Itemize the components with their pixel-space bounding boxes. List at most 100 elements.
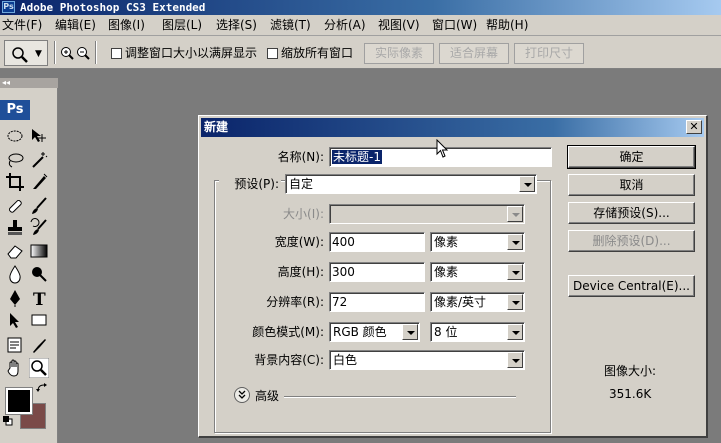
healing-brush-icon[interactable] bbox=[5, 196, 25, 216]
print-size-button[interactable]: 打印尺寸 bbox=[514, 43, 584, 64]
image-size-label: 图像大小: bbox=[604, 364, 657, 378]
device-central-button[interactable]: Device Central(E)... bbox=[568, 275, 695, 297]
menu-filter[interactable]: 滤镜(T) bbox=[270, 15, 311, 36]
menu-view[interactable]: 视图(V) bbox=[378, 15, 420, 36]
separator bbox=[95, 41, 97, 64]
name-value: 未标题-1 bbox=[332, 150, 382, 164]
hand-tool-icon[interactable] bbox=[5, 358, 25, 378]
zoom-tool-icon[interactable] bbox=[29, 358, 49, 378]
chevron-down-icon: ▼ bbox=[35, 49, 42, 59]
rectangle-tool-icon[interactable] bbox=[29, 310, 49, 330]
gradient-tool-icon[interactable] bbox=[29, 241, 49, 261]
name-label: 名称(N): bbox=[277, 150, 324, 164]
actual-pixels-button[interactable]: 实际像素 bbox=[364, 43, 434, 64]
tool-preset-picker[interactable]: ▼ bbox=[4, 40, 48, 66]
chevron-down-icon bbox=[507, 324, 523, 340]
color-mode-value: RGB 颜色 bbox=[333, 325, 387, 339]
menu-layer[interactable]: 图层(L) bbox=[162, 15, 202, 36]
chevron-down-icon bbox=[507, 234, 523, 250]
eraser-tool-icon[interactable] bbox=[5, 241, 25, 261]
background-contents-value: 白色 bbox=[333, 353, 358, 367]
fit-screen-button[interactable]: 适合屏幕 bbox=[439, 43, 509, 64]
toolbox-collapse-grip[interactable]: ◂◂ bbox=[0, 78, 58, 88]
pen-tool-icon[interactable] bbox=[5, 288, 25, 308]
separator bbox=[54, 41, 56, 64]
chevron-down-icon bbox=[507, 352, 523, 368]
menu-file[interactable]: 文件(F) bbox=[2, 15, 42, 36]
history-brush-icon[interactable] bbox=[29, 218, 49, 238]
foreground-color-swatch[interactable] bbox=[5, 387, 33, 415]
magic-wand-icon[interactable] bbox=[29, 150, 49, 170]
chevron-down-icon bbox=[507, 264, 523, 280]
color-mode-label: 颜色模式(M): bbox=[252, 325, 324, 339]
menu-image[interactable]: 图像(I) bbox=[108, 15, 145, 36]
dialog-title: 新建 bbox=[201, 118, 704, 137]
width-label: 宽度(W): bbox=[274, 235, 324, 249]
height-unit-value: 像素 bbox=[434, 265, 459, 279]
photoshop-badge: Ps bbox=[0, 100, 30, 120]
preset-value: 自定 bbox=[289, 177, 314, 191]
menu-select[interactable]: 选择(S) bbox=[216, 15, 257, 36]
width-field[interactable]: 400 bbox=[329, 232, 425, 252]
dodge-tool-icon[interactable] bbox=[29, 264, 49, 284]
menu-edit[interactable]: 编辑(E) bbox=[55, 15, 96, 36]
color-mode-select[interactable]: RGB 颜色 bbox=[329, 322, 420, 342]
background-contents-select[interactable]: 白色 bbox=[329, 350, 525, 370]
crop-tool-icon[interactable] bbox=[5, 172, 25, 192]
photoshop-logo-icon: Ps bbox=[2, 1, 15, 13]
brush-tool-icon[interactable] bbox=[29, 196, 49, 216]
move-tool-icon[interactable] bbox=[29, 126, 49, 146]
cancel-button[interactable]: 取消 bbox=[568, 174, 695, 196]
save-preset-button[interactable]: 存储预设(S)... bbox=[568, 202, 695, 224]
resolution-field[interactable]: 72 bbox=[329, 292, 425, 312]
options-bar: ▼ 调整窗口大小以满屏显示 缩放所有窗口 实际像素 适合屏幕 打印尺寸 bbox=[0, 36, 721, 69]
close-icon[interactable]: ✕ bbox=[686, 120, 702, 134]
svg-text:T: T bbox=[33, 290, 46, 308]
type-tool-icon[interactable]: T bbox=[29, 288, 49, 308]
menu-window[interactable]: 窗口(W) bbox=[432, 15, 477, 36]
menu-help[interactable]: 帮助(H) bbox=[486, 15, 528, 36]
bit-depth-select[interactable]: 8 位 bbox=[430, 322, 525, 342]
chevron-down-icon bbox=[507, 206, 523, 222]
delete-preset-button[interactable]: 删除预设(D)... bbox=[568, 230, 695, 252]
app-title-bar: Ps Adobe Photoshop CS3 Extended bbox=[0, 0, 721, 15]
image-size-value: 351.6K bbox=[609, 387, 652, 401]
lasso-tool-icon[interactable] bbox=[5, 150, 25, 170]
path-selection-icon[interactable] bbox=[5, 310, 25, 330]
resize-windows-label: 调整窗口大小以满屏显示 bbox=[125, 46, 258, 60]
default-colors-icon[interactable] bbox=[3, 416, 13, 426]
advanced-divider bbox=[284, 396, 516, 398]
chevron-down-icon bbox=[519, 176, 535, 192]
zoom-in-icon[interactable] bbox=[60, 46, 74, 60]
ok-button[interactable]: 确定 bbox=[567, 145, 696, 169]
size-select[interactable] bbox=[329, 204, 525, 224]
resolution-unit-select[interactable]: 像素/英寸 bbox=[430, 292, 525, 312]
preset-label: 预设(P): bbox=[219, 174, 281, 194]
swap-colors-icon[interactable] bbox=[36, 383, 48, 393]
zoom-out-icon[interactable] bbox=[76, 46, 90, 60]
width-unit-select[interactable]: 像素 bbox=[430, 232, 525, 252]
width-unit-value: 像素 bbox=[434, 235, 459, 249]
new-document-dialog: 新建 ✕ 名称(N): 未标题-1 预设(P): 自定 大小(I): 宽度(W)… bbox=[198, 115, 708, 438]
slice-tool-icon[interactable] bbox=[29, 172, 49, 192]
marquee-tool-icon[interactable] bbox=[5, 126, 25, 146]
toolbox-panel: ◂◂ Ps T bbox=[0, 78, 58, 443]
height-field[interactable]: 300 bbox=[329, 262, 425, 282]
notes-tool-icon[interactable] bbox=[5, 336, 25, 356]
preset-select[interactable]: 自定 bbox=[285, 174, 537, 194]
double-chevron-down-icon[interactable] bbox=[234, 387, 250, 403]
resolution-label: 分辨率(R): bbox=[266, 295, 324, 309]
clone-stamp-icon[interactable] bbox=[5, 218, 25, 238]
size-label: 大小(I): bbox=[283, 207, 324, 221]
menu-analysis[interactable]: 分析(A) bbox=[324, 15, 366, 36]
chevron-down-icon bbox=[507, 294, 523, 310]
app-title: Adobe Photoshop CS3 Extended bbox=[20, 1, 206, 14]
zoom-tool-icon bbox=[12, 47, 28, 63]
height-unit-select[interactable]: 像素 bbox=[430, 262, 525, 282]
mouse-cursor-icon bbox=[436, 139, 449, 158]
menu-bar: 文件(F) 编辑(E) 图像(I) 图层(L) 选择(S) 滤镜(T) 分析(A… bbox=[0, 15, 721, 36]
blur-tool-icon[interactable] bbox=[5, 264, 25, 284]
resize-windows-checkbox[interactable] bbox=[111, 48, 122, 59]
zoom-all-windows-checkbox[interactable] bbox=[267, 48, 278, 59]
eyedropper-tool-icon[interactable] bbox=[29, 336, 49, 356]
